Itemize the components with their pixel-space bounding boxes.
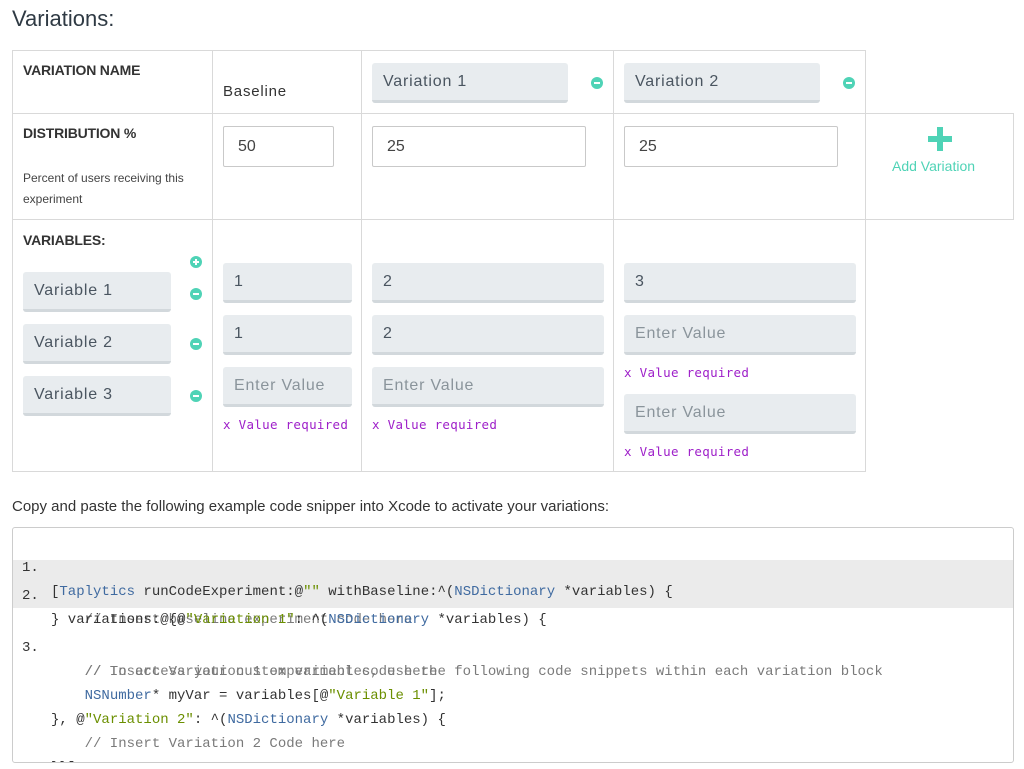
remove-variable1-icon[interactable] [190,288,202,300]
variation-name-header: VARIATION NAME [23,62,141,78]
variation2-variable2-input[interactable]: Enter Value [624,315,856,355]
distribution-description-line2: experiment [23,192,83,206]
baseline-variable1-input[interactable]: 1 [223,263,352,303]
code-line: // To access your custom variables, use … [13,636,1013,680]
code-snippet-block[interactable]: 1. [Taplytics runCodeExperiment:@"" with… [12,527,1014,763]
variation2-variable2-error: x Value required [624,365,750,380]
baseline-variable3-error: x Value required [223,417,349,432]
variable3-name-input[interactable]: Variable 3 [23,376,171,416]
add-variation-plus-icon[interactable] [928,127,952,151]
code-line: 3. // Insert Variation 1 experiment code… [13,612,1013,680]
baseline-variable2-input[interactable]: 1 [223,315,352,355]
baseline-distribution-input[interactable]: 50 [223,126,334,167]
code-line: 2. // Insert baseline experiment code he… [13,560,1013,628]
code-line: // Insert Variation 2 Code here [13,708,1013,752]
variables-header: VARIABLES: [23,232,106,248]
variation1-distribution-input[interactable]: 25 [372,126,586,167]
remove-variation2-icon[interactable] [843,77,855,89]
distribution-header: DISTRIBUTION % [23,125,137,141]
add-variable-icon[interactable] [190,256,202,268]
variation1-variable3-error: x Value required [372,417,498,432]
add-variation-button[interactable]: Add Variation [892,158,975,174]
variable1-name-input[interactable]: Variable 1 [23,272,171,312]
code-line: } variations:@{@"Variation 1": ^(NSDicti… [13,584,1013,628]
remove-variable2-icon[interactable] [190,338,202,350]
variation1-name-input[interactable]: Variation 1 [372,63,568,103]
variation2-variable3-input[interactable]: Enter Value [624,394,856,434]
baseline-label: Baseline [223,83,287,100]
variation2-name-input[interactable]: Variation 2 [624,63,820,103]
baseline-name-cell [212,50,362,114]
variation2-variable1-input[interactable]: 3 [624,263,856,303]
code-line: NSNumber* myVar = variables[@"Variable 1… [13,660,1013,704]
variation2-distribution-input[interactable]: 25 [624,126,838,167]
code-instructions: Copy and paste the following example cod… [12,498,610,515]
variation2-variable3-error: x Value required [624,444,750,459]
variation1-variable1-input[interactable]: 2 [372,263,604,303]
variation-name-header-cell [12,50,213,114]
remove-variable3-icon[interactable] [190,390,202,402]
variable2-name-input[interactable]: Variable 2 [23,324,171,364]
distribution-description-line1: Percent of users receiving this [23,171,184,185]
variation1-variable2-input[interactable]: 2 [372,315,604,355]
page-title: Variations: [12,6,115,31]
code-line: 1. [Taplytics runCodeExperiment:@"" with… [13,532,1013,600]
code-token: }}]; [51,756,85,762]
variation1-variable3-input[interactable]: Enter Value [372,367,604,407]
remove-variation1-icon[interactable] [591,77,603,89]
code-line: }}]; [13,732,1013,762]
code-line: }, @"Variation 2": ^(NSDictionary *varia… [13,684,1013,728]
baseline-variable3-input[interactable]: Enter Value [223,367,352,407]
